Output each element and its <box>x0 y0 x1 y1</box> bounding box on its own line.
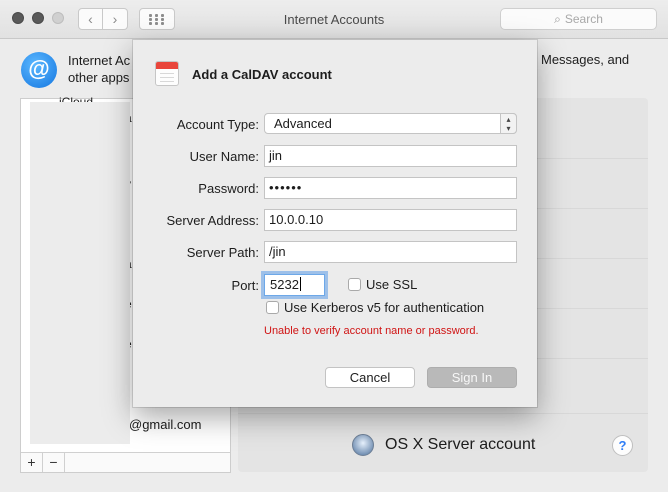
add-account-button[interactable]: + <box>21 453 43 472</box>
search-placeholder: Search <box>564 12 603 26</box>
internet-accounts-icon: @ <box>21 52 57 88</box>
user-name-field[interactable]: jin <box>264 145 517 167</box>
list-item-gmail[interactable]: @gmail.com <box>129 417 201 432</box>
port-value: 5232 <box>270 277 299 292</box>
sign-in-button[interactable]: Sign In <box>427 367 517 388</box>
osx-server-label: OS X Server account <box>385 436 536 453</box>
use-kerberos-checkbox[interactable] <box>266 301 279 314</box>
remove-account-button[interactable]: − <box>43 453 65 472</box>
osx-server-icon <box>352 434 374 456</box>
use-ssl-checkbox[interactable] <box>348 278 361 291</box>
calendar-icon <box>155 61 179 86</box>
server-path-field[interactable]: /jin <box>264 241 517 263</box>
description-text: Internet Ac other apps <box>68 53 131 85</box>
add-caldav-sheet: Add a CalDAV account Account Type: Advan… <box>133 40 537 407</box>
divider <box>238 413 648 414</box>
user-name-label: User Name: <box>189 149 259 164</box>
error-message: Unable to verify account name or passwor… <box>264 325 479 337</box>
port-label: Port: <box>231 278 259 293</box>
chevron-updown-icon: ▴ ▾ <box>500 113 517 134</box>
redacted-area <box>30 102 130 444</box>
title-bar: ‹ › Internet Accounts ⌕ Search <box>0 0 668 39</box>
list-toolbar: + − <box>21 452 230 472</box>
internet-accounts-window: ‹ › Internet Accounts ⌕ Search @ Internet… <box>0 0 668 492</box>
server-address-label: Server Address: <box>166 213 260 228</box>
password-label: Password: <box>198 181 259 196</box>
search-icon: ⌕ <box>554 12 561 26</box>
cancel-button[interactable]: Cancel <box>325 367 415 388</box>
text-caret <box>299 277 301 291</box>
use-kerberos-label[interactable]: Use Kerberos v5 for authentication <box>284 300 484 315</box>
sheet-title: Add a CalDAV account <box>192 67 332 82</box>
account-type-label: Account Type: <box>176 117 259 132</box>
use-ssl-label[interactable]: Use SSL <box>366 277 417 292</box>
server-address-field[interactable]: 10.0.0.10 <box>264 209 517 231</box>
search-field[interactable]: ⌕ Search <box>500 8 657 30</box>
password-field[interactable]: •••••• <box>264 177 517 199</box>
account-type-select[interactable]: Advanced ▴ ▾ <box>264 113 517 134</box>
account-type-value: Advanced <box>274 116 332 131</box>
help-button[interactable]: ? <box>612 435 633 456</box>
description-text-right: Messages, and <box>541 52 630 67</box>
server-path-label: Server Path: <box>186 245 259 260</box>
port-field[interactable]: 5232 <box>264 274 325 296</box>
